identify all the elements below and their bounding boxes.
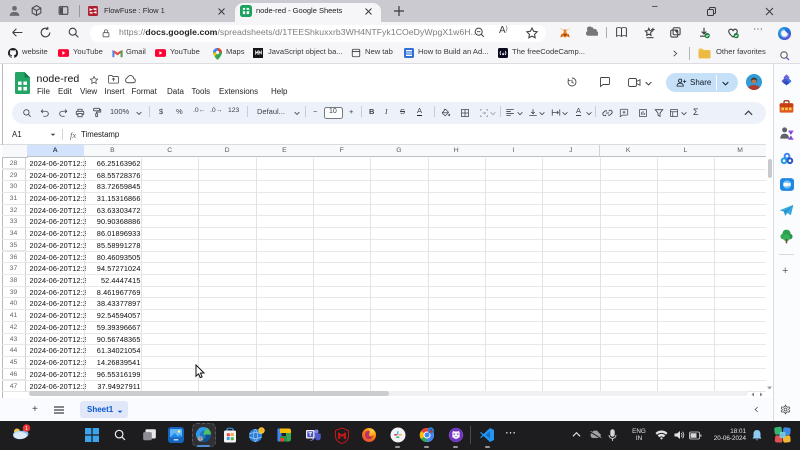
svg-text:1: 1 bbox=[25, 426, 28, 432]
